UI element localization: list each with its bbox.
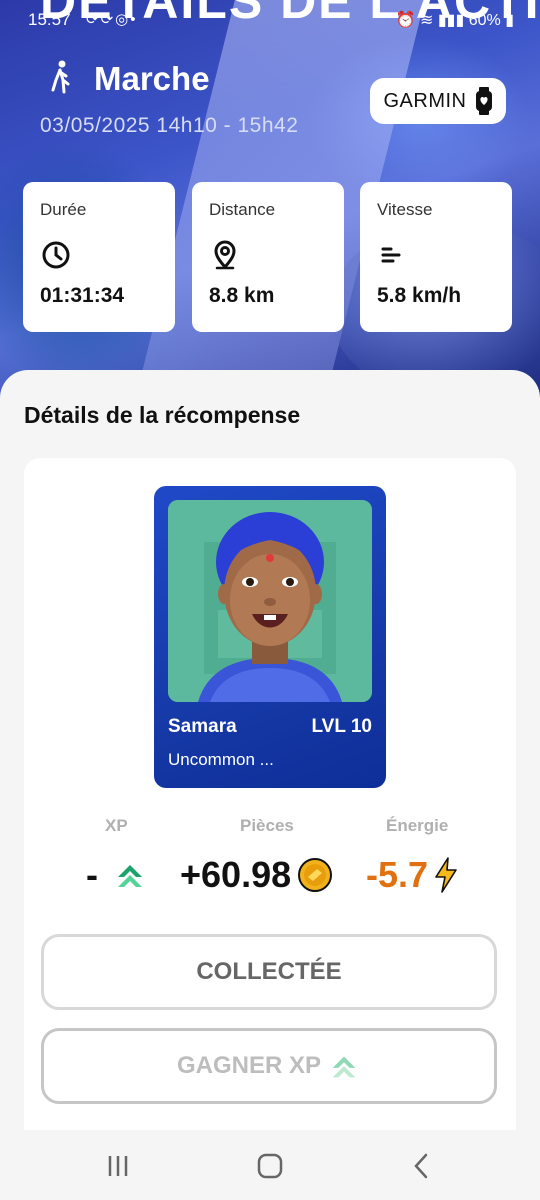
- battery-icon: ▮: [505, 12, 514, 29]
- status-bar: 15:57 ⟳⟳◎• ⏰ ≋ ▮▮▮ 60% ▮: [0, 0, 540, 40]
- sync-icon: ⟳: [100, 11, 116, 28]
- coins-label: Pièces: [240, 816, 294, 835]
- stat-label: Durée: [40, 200, 87, 219]
- character-name: Samara: [168, 716, 237, 737]
- xp-value: -: [86, 854, 98, 895]
- stat-card-distance: Distance 8.8 km: [192, 182, 344, 332]
- stat-value: 01:31:34: [40, 284, 125, 307]
- signal-icon: ▮▮▮: [437, 12, 465, 29]
- coin-icon: [298, 858, 333, 892]
- coins-reward: +60.98: [180, 854, 333, 896]
- xp-arrows-icon: [332, 1056, 356, 1078]
- smartwatch-icon: [475, 87, 492, 115]
- device-label: GARMIN: [383, 89, 467, 112]
- hero-background: DÉTAILS DE L'ACTIVITÉ 15:57 ⟳⟳◎• ⏰ ≋ ▮▮▮…: [0, 0, 540, 420]
- reward-section-title: Détails de la récompense: [24, 402, 301, 428]
- character-avatar-image: [168, 500, 372, 702]
- clock-icon: [42, 241, 70, 269]
- dot-icon: •: [130, 11, 138, 28]
- energy-value: -5.7: [366, 854, 429, 895]
- xp-reward: -: [86, 854, 148, 896]
- wifi-icon: ≋: [419, 12, 434, 29]
- stat-label: Vitesse: [377, 200, 433, 219]
- stat-label: Distance: [209, 200, 276, 219]
- battery-level: 60%: [468, 12, 501, 29]
- activity-time-range: 03/05/2025 14h10 - 15h42: [40, 114, 299, 137]
- xp-arrows-icon: [118, 865, 142, 887]
- collected-button-label: COLLECTÉE: [196, 958, 342, 985]
- earn-xp-button[interactable]: GAGNER XP: [41, 1028, 497, 1104]
- energy-label: Énergie: [386, 816, 449, 835]
- coins-value: +60.98: [180, 854, 292, 895]
- location-pin-icon: [214, 240, 236, 270]
- lightning-icon: [435, 857, 457, 893]
- character-level: LVL 10: [311, 716, 372, 737]
- activity-title: Marche: [94, 60, 210, 97]
- reward-sheet: Détails de la récompense Samara LVL 10 U…: [0, 370, 540, 1148]
- system-navigation-bar: [0, 1130, 540, 1200]
- collected-button[interactable]: COLLECTÉE: [41, 934, 497, 1010]
- stat-value: 8.8 km: [209, 284, 275, 307]
- earn-xp-button-label: GAGNER XP: [176, 1052, 322, 1079]
- back-icon[interactable]: [406, 1150, 438, 1182]
- notification-icons: ⟳⟳◎•: [86, 10, 138, 28]
- status-time: 15:57: [28, 10, 71, 29]
- status-right: ⏰ ≋ ▮▮▮ 60% ▮: [396, 10, 514, 30]
- device-badge[interactable]: GARMIN: [370, 78, 506, 124]
- stat-value: 5.8 km/h: [377, 284, 462, 307]
- sync-icon: ⟳: [86, 11, 101, 28]
- character-rarity: Uncommon ...: [168, 750, 274, 769]
- home-icon[interactable]: [254, 1150, 286, 1182]
- energy-reward: -5.7: [366, 854, 460, 896]
- recents-icon[interactable]: [102, 1150, 134, 1182]
- alarm-icon: ⏰: [395, 12, 416, 29]
- reward-panel: Samara LVL 10 Uncommon ... XP Pièces Éne…: [24, 458, 516, 1148]
- walking-person-icon: [51, 60, 70, 94]
- xp-label: XP: [105, 816, 128, 835]
- stat-card-duration: Durée 01:31:34: [23, 182, 175, 332]
- character-card[interactable]: Samara LVL 10 Uncommon ...: [154, 486, 386, 788]
- character-portrait: [168, 500, 372, 702]
- messenger-icon: ◎: [115, 11, 131, 28]
- speed-lines-icon: [381, 247, 401, 263]
- stat-card-speed: Vitesse 5.8 km/h: [360, 182, 512, 332]
